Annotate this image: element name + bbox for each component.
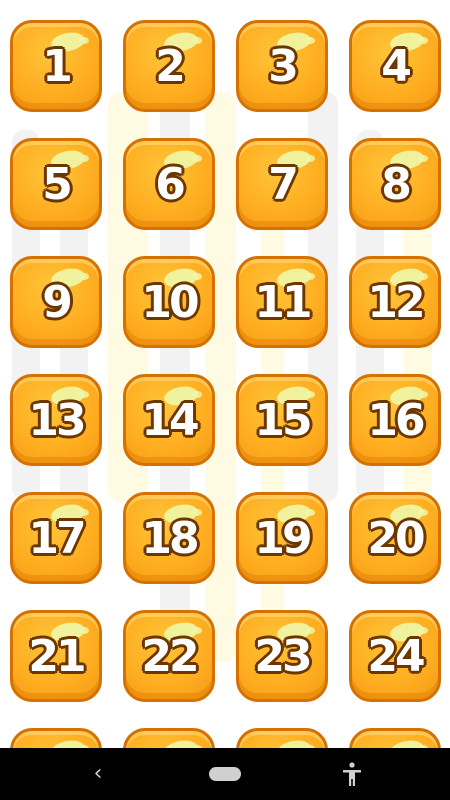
- level-button-6[interactable]: 6: [123, 138, 215, 230]
- level-number: 17: [28, 513, 86, 564]
- level-button-17[interactable]: 17: [10, 492, 102, 584]
- level-number: 5: [42, 159, 73, 210]
- level-button-10[interactable]: 10: [123, 256, 215, 348]
- level-number: 12: [367, 277, 425, 328]
- level-number: 9: [42, 277, 73, 328]
- level-select-screen: 1234567891011121314151617181920212223242…: [0, 0, 450, 800]
- level-number: 1: [42, 41, 73, 92]
- level-number: 18: [141, 513, 199, 564]
- level-button-18[interactable]: 18: [123, 492, 215, 584]
- level-number: 14: [141, 395, 199, 446]
- level-button-3[interactable]: 3: [236, 20, 328, 112]
- level-number: 20: [367, 513, 425, 564]
- level-button-11[interactable]: 11: [236, 256, 328, 348]
- level-button-23[interactable]: 23: [236, 610, 328, 702]
- system-navigation-bar: ‹: [0, 748, 450, 800]
- level-button-16[interactable]: 16: [349, 374, 441, 466]
- level-number: 4: [381, 41, 412, 92]
- level-number: 2: [155, 41, 186, 92]
- level-number: 22: [141, 631, 199, 682]
- level-button-1[interactable]: 1: [10, 20, 102, 112]
- level-button-24[interactable]: 24: [349, 610, 441, 702]
- level-button-5[interactable]: 5: [10, 138, 102, 230]
- level-button-22[interactable]: 22: [123, 610, 215, 702]
- level-number: 23: [254, 631, 312, 682]
- level-button-13[interactable]: 13: [10, 374, 102, 466]
- chevron-left-icon[interactable]: ‹: [86, 760, 110, 788]
- level-button-20[interactable]: 20: [349, 492, 441, 584]
- level-number: 8: [381, 159, 412, 210]
- level-number: 24: [367, 631, 425, 682]
- level-number: 16: [367, 395, 425, 446]
- level-button-2[interactable]: 2: [123, 20, 215, 112]
- level-button-7[interactable]: 7: [236, 138, 328, 230]
- level-number: 21: [28, 631, 86, 682]
- level-button-9[interactable]: 9: [10, 256, 102, 348]
- level-number: 7: [268, 159, 299, 210]
- level-button-4[interactable]: 4: [349, 20, 441, 112]
- level-number: 11: [254, 277, 312, 328]
- level-number: 19: [254, 513, 312, 564]
- level-number: 3: [268, 41, 299, 92]
- level-number: 6: [155, 159, 186, 210]
- level-button-14[interactable]: 14: [123, 374, 215, 466]
- level-button-15[interactable]: 15: [236, 374, 328, 466]
- level-number: 13: [28, 395, 86, 446]
- level-button-19[interactable]: 19: [236, 492, 328, 584]
- level-button-8[interactable]: 8: [349, 138, 441, 230]
- level-button-21[interactable]: 21: [10, 610, 102, 702]
- level-number: 15: [254, 395, 312, 446]
- home-pill-icon[interactable]: [209, 767, 241, 781]
- level-number: 10: [141, 277, 199, 328]
- level-button-12[interactable]: 12: [349, 256, 441, 348]
- accessibility-icon[interactable]: [340, 760, 364, 788]
